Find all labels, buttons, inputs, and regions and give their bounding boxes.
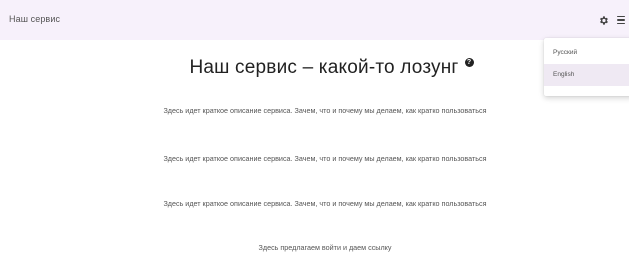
gear-icon [599, 15, 608, 25]
login-prompt: Здесь предлагаем войти и даем ссылку [258, 243, 392, 252]
hero-title-row: Наш сервис – какой-то лозунг ? [0, 54, 629, 82]
page-title: Наш сервис – какой-то лозунг [189, 57, 459, 78]
menu-button[interactable] [617, 13, 629, 27]
description-paragraph: Здесь идет краткое описание сервиса. Зач… [163, 199, 487, 208]
description-paragraph: Здесь идет краткое описание сервиса. Зач… [163, 106, 487, 115]
settings-button[interactable] [596, 13, 610, 27]
help-icon[interactable]: ? [464, 57, 474, 67]
description-paragraph: Здесь идет краткое описание сервиса. Зач… [163, 154, 487, 163]
brand-title[interactable]: Наш сервис [9, 14, 60, 24]
hamburger-icon [617, 15, 625, 25]
app-bar: Наш сервис [0, 0, 629, 40]
